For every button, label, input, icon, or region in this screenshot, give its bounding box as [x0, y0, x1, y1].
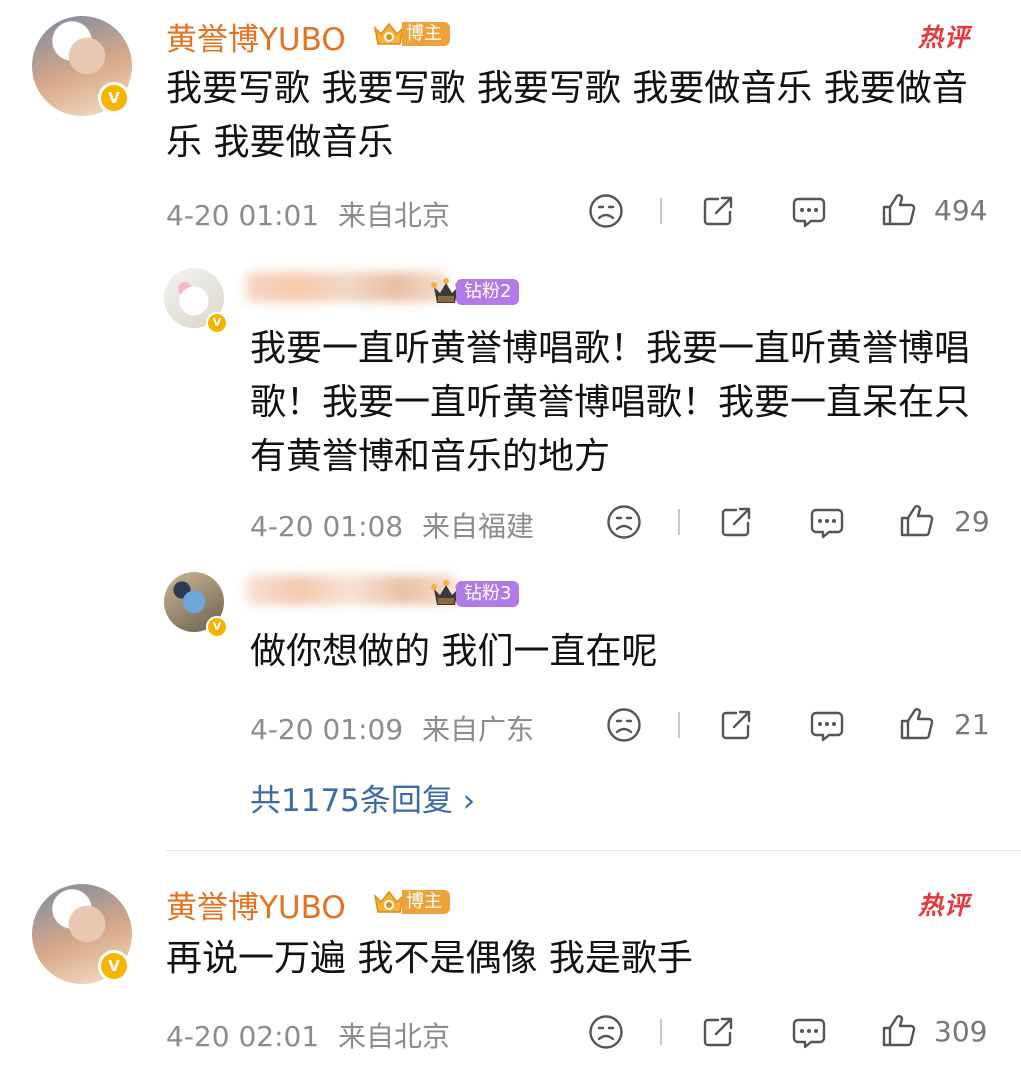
reply-avatar[interactable]: V [164, 572, 228, 638]
reply-meta: 4-20 01:09 来自广东 [250, 708, 534, 748]
author-name[interactable]: 黄誉博YUBO [166, 882, 346, 927]
reply-location: 来自福建 [422, 510, 535, 543]
divider-bar [678, 712, 680, 738]
comment-icon[interactable] [808, 708, 846, 744]
reply-location: 来自广东 [422, 713, 535, 746]
hot-comment-label: 热评 [918, 891, 971, 920]
fan-badge: 钻粉2 [430, 278, 520, 306]
more-replies-link[interactable]: 共1175条回复 › [250, 775, 475, 820]
thumbs-up-icon[interactable] [898, 503, 936, 539]
comment-location: 来自北京 [338, 199, 451, 232]
comment-meta: 4-20 01:01 来自北京 [166, 194, 450, 234]
comment-text: 我要写歌 我要写歌 我要写歌 我要做音乐 我要做音乐 我要做音乐 [166, 68, 968, 163]
reply-meta: 4-20 01:08 来自福建 [250, 505, 534, 545]
fan-badge: 钻粉3 [430, 580, 520, 608]
crown-icon [372, 20, 406, 48]
thumbs-up-icon[interactable] [880, 192, 918, 228]
verified-v-icon: V [98, 950, 130, 982]
share-icon[interactable] [718, 707, 754, 743]
fan-badge-label: 钻粉2 [456, 279, 520, 305]
crown-icon [372, 888, 406, 916]
comment-meta: 4-20 02:01 来自北京 [166, 1015, 450, 1055]
like-count: 309 [934, 1015, 988, 1048]
dislike-face-icon[interactable] [588, 193, 624, 229]
author-avatar[interactable]: V [32, 884, 132, 984]
hot-comment-label: 热评 [918, 23, 971, 52]
share-icon[interactable] [700, 193, 736, 229]
thumbs-up-icon[interactable] [880, 1013, 918, 1049]
divider-bar [660, 1019, 662, 1045]
comment-time: 4-20 01:01 [166, 199, 320, 232]
role-badge-label: 博主 [402, 890, 450, 914]
role-badge-label: 博主 [402, 22, 450, 46]
comment-location: 来自北京 [338, 1020, 451, 1053]
blurred-username [246, 272, 446, 302]
reply-text: 我要一直听黄誉博唱歌！我要一直听黄誉博唱歌！我要一直听黄誉博唱歌！我要一直呆在只… [250, 328, 971, 477]
dislike-face-icon[interactable] [588, 1014, 624, 1050]
like-count: 29 [954, 505, 990, 538]
share-icon[interactable] [700, 1014, 736, 1050]
like-count: 494 [934, 194, 988, 227]
divider-bar [678, 509, 680, 535]
reply-time: 4-20 01:08 [250, 510, 404, 543]
comment-icon[interactable] [790, 1015, 828, 1051]
comment-time: 4-20 02:01 [166, 1020, 320, 1053]
comment-text: 再说一万遍 我不是偶像 我是歌手 [166, 938, 693, 979]
comment-icon[interactable] [808, 505, 846, 541]
share-icon[interactable] [718, 504, 754, 540]
comment-divider [166, 850, 1021, 851]
author-avatar[interactable]: V [32, 16, 132, 116]
thumbs-up-icon[interactable] [898, 706, 936, 742]
fan-badge-label: 钻粉3 [456, 581, 520, 607]
comment-icon[interactable] [790, 194, 828, 230]
verified-v-icon: V [98, 82, 130, 114]
like-count: 21 [954, 708, 990, 741]
divider-bar [660, 198, 662, 224]
role-badge: 博主 [372, 20, 450, 48]
verified-v-icon: V [206, 312, 228, 334]
author-name[interactable]: 黄誉博YUBO [166, 14, 346, 59]
verified-v-icon: V [206, 616, 228, 638]
dislike-face-icon[interactable] [606, 504, 642, 540]
reply-text: 做你想做的 我们一直在呢 [250, 631, 658, 672]
role-badge: 博主 [372, 888, 450, 916]
blurred-username [246, 575, 456, 605]
reply-avatar[interactable]: V [164, 268, 228, 334]
dislike-face-icon[interactable] [606, 707, 642, 743]
reply-time: 4-20 01:09 [250, 713, 404, 746]
